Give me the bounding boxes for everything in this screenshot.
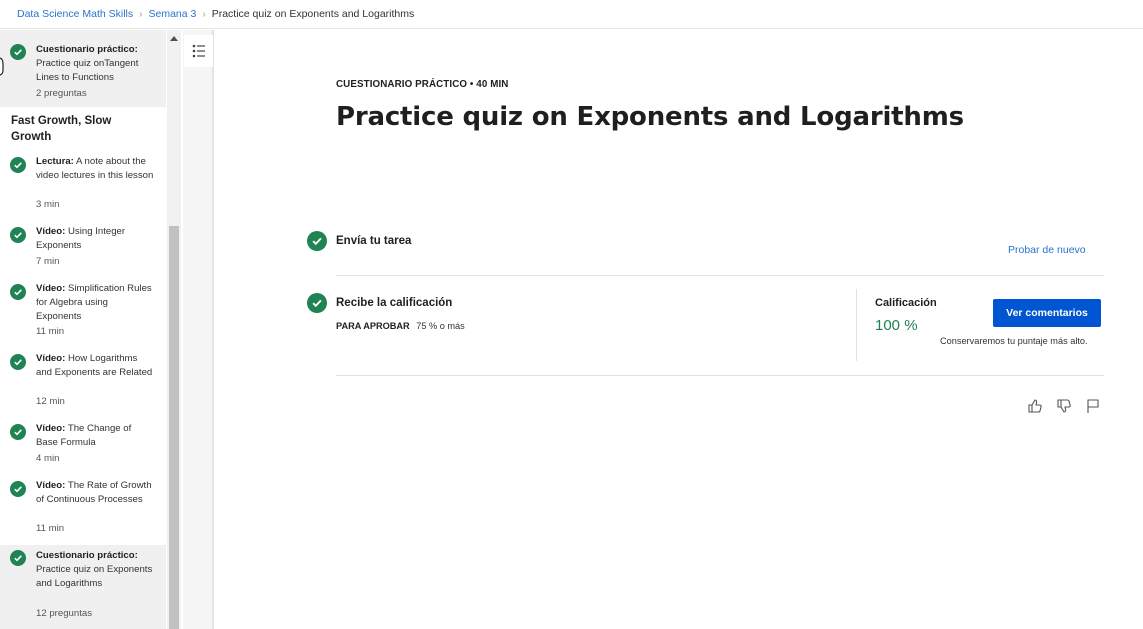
sidebar-item-logarithms-exponents[interactable]: Vídeo: How Logarithms and Exponents are …: [0, 349, 166, 411]
sidebar-item-meta: 11 min: [36, 523, 65, 534]
feedback-icons: [1027, 398, 1101, 414]
breadcrumb-course-link[interactable]: Data Science Math Skills: [17, 8, 133, 20]
sidebar-item-type: Cuestionario práctico:: [36, 550, 138, 561]
check-circle-icon: [10, 424, 26, 440]
retry-link[interactable]: Probar de nuevo: [1008, 244, 1086, 256]
sidebar-item-type: Vídeo:: [36, 353, 66, 364]
sidebar-item-rate-of-growth[interactable]: Vídeo: The Rate of Growth of Continuous …: [0, 476, 166, 538]
sidebar-item-change-of-base[interactable]: Vídeo: The Change of Base Formula 4 min: [0, 419, 166, 469]
divider: [336, 275, 1104, 276]
check-circle-icon: [10, 354, 26, 370]
pass-requirement: PARA APROBAR 75 % o más: [336, 321, 465, 331]
sidebar-item-type: Vídeo:: [36, 226, 66, 237]
sidebar-item-meta: 3 min: [36, 199, 60, 210]
sidebar-item-type: Vídeo:: [36, 480, 66, 491]
list-icon: [192, 44, 205, 58]
sidebar-item-exponents-quiz[interactable]: Cuestionario práctico: Practice quiz on …: [0, 545, 166, 629]
check-circle-icon: [10, 550, 26, 566]
sidebar-item-simplification-rules[interactable]: Vídeo: Simplification Rules for Algebra …: [0, 279, 166, 341]
sidebar-item-type: Vídeo:: [36, 283, 66, 294]
sidebar-item-meta: 12 min: [36, 396, 65, 407]
sidebar-item-title: Practice quiz on Exponents and Logarithm…: [36, 564, 153, 589]
breadcrumb-current-page: Practice quiz on Exponents and Logarithm…: [211, 8, 415, 20]
check-circle-icon: [10, 481, 26, 497]
check-circle-icon: [10, 157, 26, 173]
course-outline-sidebar: Cuestionario práctico: Practice quiz onT…: [0, 30, 166, 629]
check-circle-icon: [307, 231, 327, 251]
divider: [336, 375, 1104, 376]
grade-value: 100 %: [875, 317, 918, 334]
breadcrumb: Data Science Math Skills › Semana 3 › Pr…: [0, 0, 1143, 29]
sidebar-item-type: Cuestionario práctico:: [36, 44, 138, 55]
mouse-cursor-icon: [0, 57, 4, 76]
pass-value: 75 % o más: [416, 321, 465, 331]
grade-label: Calificación: [875, 297, 937, 309]
check-circle-icon: [10, 44, 26, 60]
sidebar-item-meta: 7 min: [36, 256, 60, 267]
page-title: Practice quiz on Exponents and Logarithm…: [336, 102, 964, 132]
check-circle-icon: [307, 293, 327, 313]
scrollbar-thumb[interactable]: [169, 226, 179, 629]
view-feedback-button[interactable]: Ver comentarios: [993, 299, 1101, 327]
breadcrumb-week-link[interactable]: Semana 3: [148, 8, 196, 20]
submit-step-title: Envía tu tarea: [336, 235, 412, 247]
sidebar-item-type: Lectura:: [36, 156, 74, 167]
flag-icon[interactable]: [1085, 398, 1101, 414]
vertical-divider: [856, 289, 857, 361]
thumbs-down-icon[interactable]: [1056, 398, 1072, 414]
sidebar-item-type: Vídeo:: [36, 423, 66, 434]
sidebar-item-meta: 11 min: [36, 326, 65, 337]
pass-label: PARA APROBAR: [336, 321, 410, 331]
sidebar-item-tangent-quiz[interactable]: Cuestionario práctico: Practice quiz onT…: [0, 30, 166, 107]
grade-step-title: Recibe la calificación: [336, 297, 453, 309]
sidebar-item-meta: 4 min: [36, 453, 60, 464]
breadcrumb-separator-icon: ›: [202, 8, 206, 20]
highest-score-note: Conservaremos tu puntaje más alto.: [940, 336, 1088, 346]
sidebar-item-integer-exponents[interactable]: Vídeo: Using Integer Exponents 7 min: [0, 222, 166, 272]
section-title: Fast Growth, Slow Growth: [11, 115, 112, 143]
sidebar-item-meta: 12 preguntas: [36, 608, 93, 619]
sidebar-item-meta: 2 preguntas: [36, 88, 87, 99]
scroll-up-arrow-icon[interactable]: [167, 32, 181, 44]
main-content: CUESTIONARIO PRÁCTICO • 40 MIN Practice …: [216, 30, 1143, 629]
outline-toggle-column: [183, 30, 214, 629]
check-circle-icon: [10, 227, 26, 243]
sidebar-item-title: Practice quiz onTangent Lines to Functio…: [36, 58, 139, 83]
check-circle-icon: [10, 284, 26, 300]
sidebar-scrollbar[interactable]: [167, 30, 181, 629]
sidebar-item-note-reading[interactable]: Lectura: A note about the video lectures…: [0, 152, 166, 214]
breadcrumb-separator-icon: ›: [139, 8, 143, 20]
thumbs-up-icon[interactable]: [1027, 398, 1043, 414]
outline-toggle-button[interactable]: [184, 35, 213, 67]
item-type-overline: CUESTIONARIO PRÁCTICO • 40 MIN: [336, 79, 509, 90]
